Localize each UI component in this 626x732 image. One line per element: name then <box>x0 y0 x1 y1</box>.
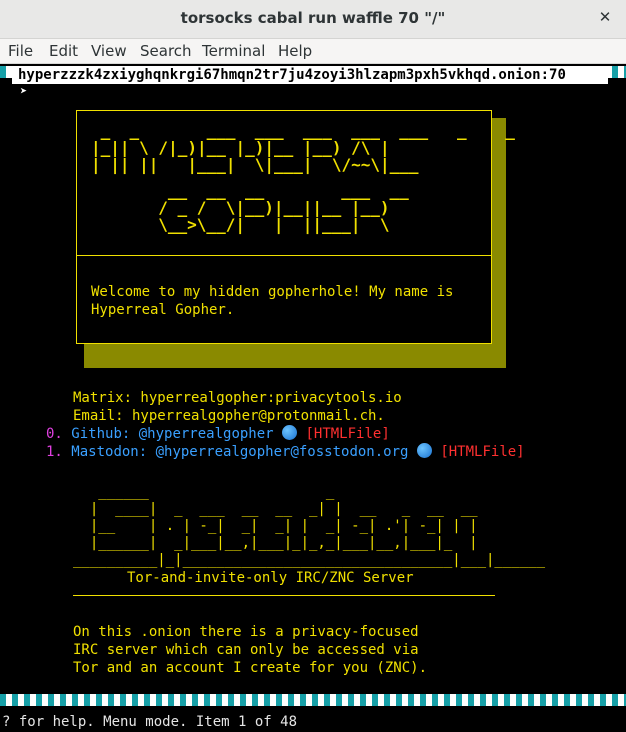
matrix-line: Matrix: hyperrealgopher:privacytools.io <box>73 390 402 406</box>
banner-box: _ _ ___ ___ ___ ___ ___ _ _ |_|| \ /|_)|… <box>76 110 515 344</box>
section-divider <box>73 595 495 596</box>
banner-art-line-6: \__>\__/| | ||___| \ <box>139 215 390 234</box>
bottom-pattern-bar <box>0 694 626 706</box>
banner-art-line-3: | || || |___| \|___| \/~~\|___ <box>91 155 419 174</box>
server-tagline: Tor-and-invite-only IRC/ZNC Server <box>127 570 414 586</box>
close-icon[interactable]: ✕ <box>596 8 614 26</box>
spectacle-art-line-2: | ____| _ ___ __ __ _| | __ _ __ __ <box>73 501 478 517</box>
globe-icon <box>282 425 298 440</box>
github-type: [HTMLFile] <box>305 426 390 442</box>
mastodon-index: 1. <box>46 444 63 460</box>
globe-icon <box>416 443 432 458</box>
mastodon-text: Mastodon: @hyperrealgopher@fosstodon.org <box>71 444 409 460</box>
menu-bar: File Edit View Search Terminal Help <box>0 39 626 64</box>
menu-edit[interactable]: Edit <box>49 42 78 60</box>
github-index: 0. <box>46 426 63 442</box>
menu-view[interactable]: View <box>91 42 127 60</box>
status-line: ? for help. Menu mode. Item 1 of 48 <box>2 714 298 730</box>
window-title: torsocks cabal run waffle 70 "/" <box>180 9 446 27</box>
github-text: Github: @hyperrealgopher <box>71 426 274 442</box>
window-titlebar: torsocks cabal run waffle 70 "/" ✕ <box>0 0 626 39</box>
mastodon-link[interactable]: 1. Mastodon: @hyperrealgopher@fosstodon.… <box>46 443 525 461</box>
spectacle-art-line-3: |__ | . | -_| _| _| | _| -_| .'| -_| | | <box>73 518 478 534</box>
menu-help[interactable]: Help <box>278 42 312 60</box>
terminal-area[interactable]: hyperzzzk4zxiyghqnkrgi67hmqn2tr7ju4zoyi3… <box>0 64 626 732</box>
banner-divider <box>77 255 491 256</box>
selection-arrow-icon: ➤ <box>20 84 28 98</box>
spectacle-art-line-5: __________|_|___________________________… <box>73 552 546 568</box>
spectacle-art-line-4: |______| _|___|__,|___|_|_,_|___|__,|___… <box>73 535 478 551</box>
welcome-text: Welcome to my hidden gopherhole! My name… <box>91 284 454 318</box>
address-bar[interactable]: hyperzzzk4zxiyghqnkrgi67hmqn2tr7ju4zoyi3… <box>12 66 608 84</box>
menu-file[interactable]: File <box>8 42 33 60</box>
github-link[interactable]: 0. Github: @hyperrealgopher [HTMLFile] <box>46 425 390 443</box>
menu-terminal[interactable]: Terminal <box>202 42 265 60</box>
address-text: hyperzzzk4zxiyghqnkrgi67hmqn2tr7ju4zoyi3… <box>18 67 566 83</box>
menu-search[interactable]: Search <box>140 42 192 60</box>
server-description: On this .onion there is a privacy-focuse… <box>73 624 428 676</box>
spectacle-art-line-1: ______ _ <box>73 484 335 500</box>
email-line: Email: hyperrealgopher@protonmail.ch. <box>73 408 385 424</box>
mastodon-type: [HTMLFile] <box>440 444 525 460</box>
